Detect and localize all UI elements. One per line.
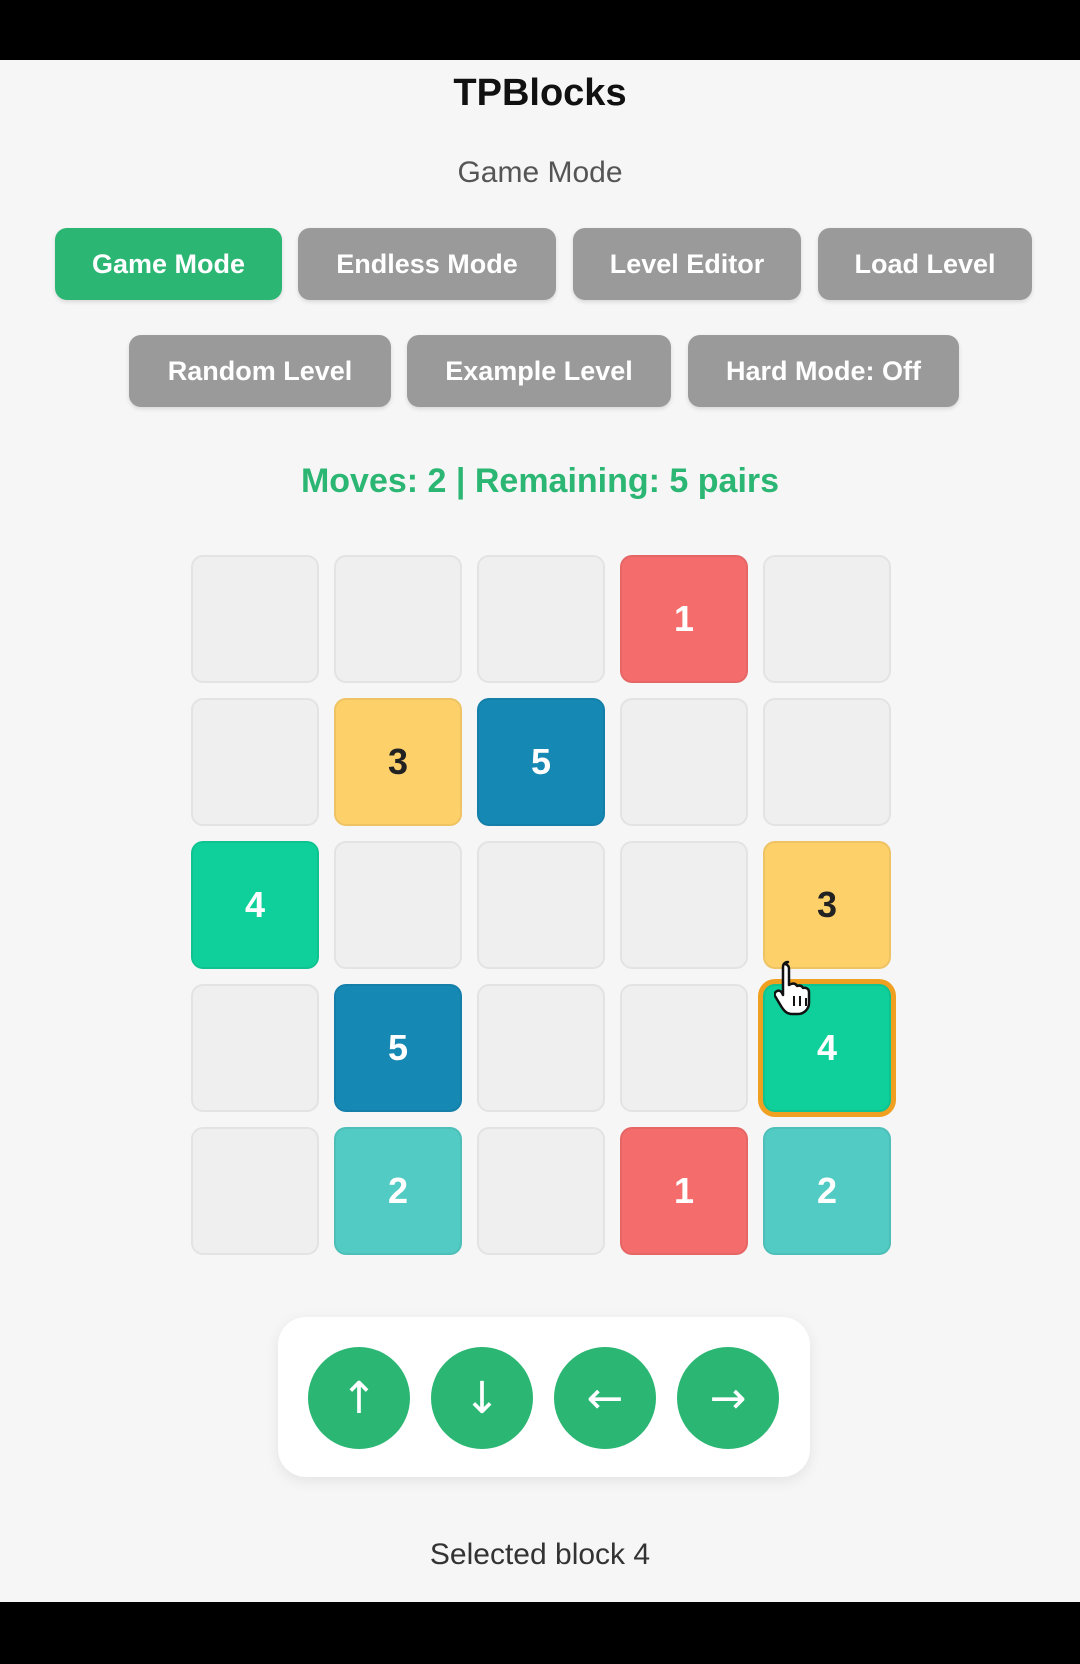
moves-status: Moves: 2 | Remaining: 5 pairs: [300, 462, 780, 500]
move-down-button[interactable]: ↓: [431, 1347, 533, 1449]
block-2[interactable]: 2: [334, 1127, 462, 1255]
move-left-button[interactable]: ←: [554, 1347, 656, 1449]
empty-cell[interactable]: [191, 698, 319, 826]
empty-cell[interactable]: [477, 1127, 605, 1255]
block-4[interactable]: 4: [191, 841, 319, 969]
block-5[interactable]: 5: [477, 698, 605, 826]
load-level-button[interactable]: Load Level: [818, 228, 1032, 300]
empty-cell[interactable]: [191, 555, 319, 683]
block-5[interactable]: 5: [334, 984, 462, 1112]
block-3[interactable]: 3: [763, 841, 891, 969]
game-board: 1354354212: [191, 555, 897, 1261]
top-black-bar: [0, 0, 1080, 60]
empty-cell[interactable]: [191, 1127, 319, 1255]
empty-cell[interactable]: [477, 984, 605, 1112]
empty-cell[interactable]: [477, 555, 605, 683]
block-2[interactable]: 2: [763, 1127, 891, 1255]
bottom-black-bar: [0, 1602, 1080, 1664]
move-up-button[interactable]: ↑: [308, 1347, 410, 1449]
direction-controls: ↑ ↓ ← →: [278, 1317, 810, 1477]
hard-mode-toggle[interactable]: Hard Mode: Off: [688, 335, 959, 407]
level-editor-button[interactable]: Level Editor: [573, 228, 801, 300]
empty-cell[interactable]: [620, 984, 748, 1112]
random-level-button[interactable]: Random Level: [129, 335, 391, 407]
block-3[interactable]: 3: [334, 698, 462, 826]
current-mode-label: Game Mode: [457, 156, 623, 189]
move-right-button[interactable]: →: [677, 1347, 779, 1449]
app-title: TPBlocks: [453, 72, 627, 114]
empty-cell[interactable]: [334, 841, 462, 969]
empty-cell[interactable]: [334, 555, 462, 683]
empty-cell[interactable]: [620, 698, 748, 826]
empty-cell[interactable]: [763, 698, 891, 826]
block-1[interactable]: 1: [620, 555, 748, 683]
hand-pointer-icon: [774, 960, 811, 1016]
game-page: TPBlocks Game Mode Game Mode Endless Mod…: [0, 60, 1080, 1602]
empty-cell[interactable]: [477, 841, 605, 969]
empty-cell[interactable]: [763, 555, 891, 683]
example-level-button[interactable]: Example Level: [407, 335, 671, 407]
selection-message: Selected block 4: [429, 1538, 651, 1571]
game-mode-button[interactable]: Game Mode: [55, 228, 282, 300]
empty-cell[interactable]: [620, 841, 748, 969]
empty-cell[interactable]: [191, 984, 319, 1112]
block-1[interactable]: 1: [620, 1127, 748, 1255]
endless-mode-button[interactable]: Endless Mode: [298, 228, 556, 300]
